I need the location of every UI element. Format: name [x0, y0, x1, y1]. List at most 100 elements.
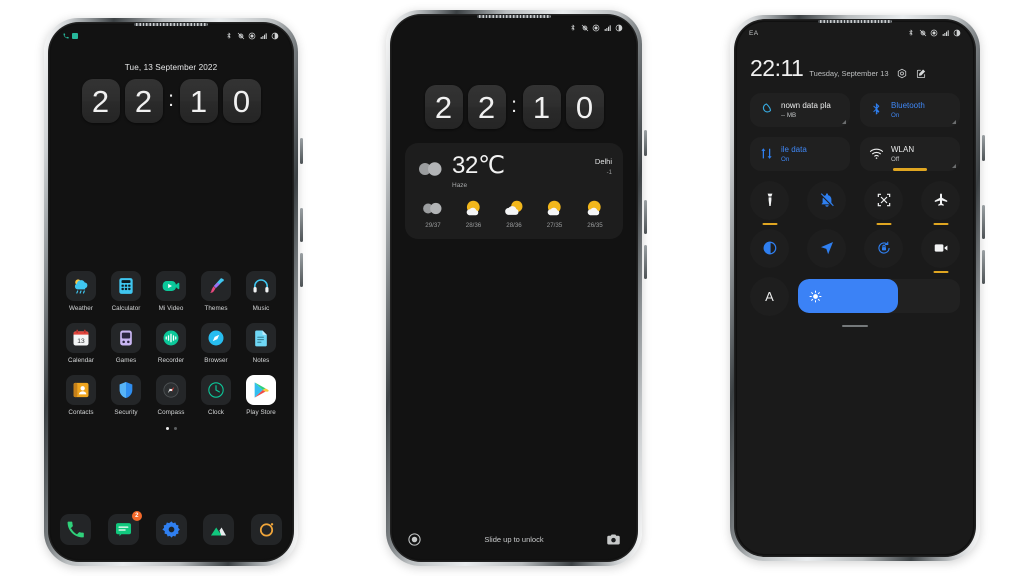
flip-clock: 2 2 : 1 0: [51, 79, 291, 123]
page-dot-2[interactable]: [173, 427, 177, 430]
status-bar: EA: [737, 22, 973, 44]
toggle-airplane-mode[interactable]: [921, 180, 960, 225]
volume-down-button[interactable]: [300, 208, 303, 242]
tile-title: WLAN: [891, 144, 915, 154]
dock-messages[interactable]: 2: [107, 511, 142, 545]
clock-digit-m2: 0: [222, 79, 261, 123]
dock-settings[interactable]: [155, 514, 187, 545]
dock: 2: [60, 511, 282, 545]
app-contacts[interactable]: Contacts: [61, 375, 101, 416]
app-label: Clock: [208, 409, 224, 416]
phone-3-frame: EA 22:11 Tuesday, September 13 nown data…: [730, 15, 985, 561]
bluetooth-icon: [225, 32, 233, 40]
app-games[interactable]: Games: [106, 323, 146, 364]
weather-forecast: 29/37 28/36 28/36 27/35 26/35: [416, 199, 612, 229]
app-label: Recorder: [157, 357, 185, 364]
bluetooth-icon: [907, 29, 915, 37]
dock-phone[interactable]: [60, 514, 91, 545]
volume-down-button[interactable]: [982, 205, 985, 239]
dock-browser[interactable]: [251, 514, 282, 545]
weather-current: 32℃ Haze Delhi -1: [416, 154, 612, 189]
app-music[interactable]: Music: [241, 271, 281, 312]
app-label: Mi Video: [158, 305, 184, 312]
app-security[interactable]: Security: [106, 375, 146, 416]
app-label: Notes: [252, 357, 270, 364]
tile-sub: On: [891, 111, 900, 119]
toggle-location[interactable]: [807, 228, 846, 268]
app-recorder[interactable]: Recorder: [151, 323, 191, 364]
tile-wlan[interactable]: WLAN Off: [860, 136, 960, 171]
recorder-icon: [156, 323, 186, 353]
bluetooth-icon: [869, 102, 884, 117]
power-button[interactable]: [644, 245, 647, 279]
tile-sub: Off: [891, 155, 900, 163]
app-row: 13 Calendar Games Recorder Browser Notes: [61, 323, 281, 364]
toggle-screenshot[interactable]: [864, 180, 903, 225]
toggle-rotation-lock[interactable]: [864, 228, 903, 268]
app-mi-video[interactable]: Mi Video: [151, 271, 191, 312]
brightness-slider[interactable]: [798, 279, 960, 314]
app-calculator[interactable]: Calculator: [106, 271, 146, 312]
settings-hex-icon[interactable]: [896, 68, 908, 80]
weather-temperature: 32℃: [452, 152, 505, 179]
volume-up-button[interactable]: [300, 138, 303, 164]
fingerprint-icon[interactable]: [407, 532, 422, 547]
earpiece-speaker: [134, 23, 208, 26]
app-weather[interactable]: Weather: [61, 271, 101, 312]
forecast-range: 28/36: [465, 222, 482, 229]
tile-data-usage[interactable]: nown data pla -- MB: [750, 92, 850, 127]
tile-text: Bluetooth On: [891, 101, 925, 119]
app-clock[interactable]: Clock: [196, 375, 236, 416]
forecast-range: 27/35: [546, 222, 563, 229]
signal-bars-icon: [260, 32, 268, 40]
drag-handle[interactable]: [842, 324, 868, 328]
page-indicator: [61, 427, 281, 430]
auto-brightness-button[interactable]: A: [750, 276, 789, 316]
app-row: Contacts Security Compass Clock Play Sto…: [61, 375, 281, 416]
tile-bluetooth[interactable]: Bluetooth On: [860, 92, 960, 127]
power-button[interactable]: [982, 250, 985, 284]
app-themes[interactable]: Themes: [196, 271, 236, 312]
weather-city: Delhi: [594, 157, 612, 166]
clock-icon: [201, 375, 231, 405]
clock-digit-h1: 2: [424, 85, 463, 129]
volume-up-button[interactable]: [982, 135, 985, 161]
tile-mobile-data[interactable]: ile data On: [750, 136, 850, 171]
clock-digit-m1: 1: [522, 85, 561, 129]
dnd-icon: [248, 32, 256, 40]
lockscreen-date: Tue, 13 September 2022: [124, 63, 218, 72]
toggle-underline-indicator: [876, 222, 891, 225]
battery-icon: [271, 32, 279, 40]
app-compass[interactable]: Compass: [151, 375, 191, 416]
toggle-screen-record[interactable]: [921, 228, 960, 273]
sun-icon: [809, 290, 822, 303]
dnd-icon: [592, 24, 600, 32]
toggle-row: [750, 180, 960, 225]
phone-1-frame: Tue, 13 September 2022 2 2 : 1 0 Weather…: [44, 18, 303, 566]
camera-icon[interactable]: [606, 532, 621, 547]
volume-up-button[interactable]: [644, 130, 647, 156]
app-browser[interactable]: Browser: [196, 323, 236, 364]
tile-text: WLAN Off: [891, 145, 914, 163]
wifi-icon: [869, 146, 884, 161]
toggle-dark-mode[interactable]: [750, 228, 789, 268]
app-play-store[interactable]: Play Store: [241, 375, 281, 416]
power-button[interactable]: [300, 253, 303, 287]
forecast-day: 26/35: [578, 199, 612, 229]
edit-icon[interactable]: [915, 68, 927, 80]
toggle-flashlight[interactable]: [750, 180, 789, 225]
app-notes[interactable]: Notes: [241, 323, 281, 364]
status-bar: [51, 25, 291, 47]
dock-gallery[interactable]: [203, 514, 235, 545]
control-center-header: 22:11 Tuesday, September 13: [750, 57, 960, 80]
dnd-icon: [930, 29, 938, 37]
contacts-icon: [66, 375, 96, 405]
app-calendar[interactable]: 13 Calendar: [61, 323, 101, 364]
toggle-silent[interactable]: [807, 180, 846, 220]
phone-3-screen: EA 22:11 Tuesday, September 13 nown data…: [737, 22, 973, 554]
weather-widget[interactable]: 32℃ Haze Delhi -1 29/37 28/36 28/36 27/3…: [405, 143, 623, 239]
flip-clock: 2 2 : 1 0: [393, 85, 635, 129]
app-label: Calendar: [68, 357, 94, 364]
volume-down-button[interactable]: [644, 200, 647, 234]
page-dot-1[interactable]: [165, 427, 169, 430]
